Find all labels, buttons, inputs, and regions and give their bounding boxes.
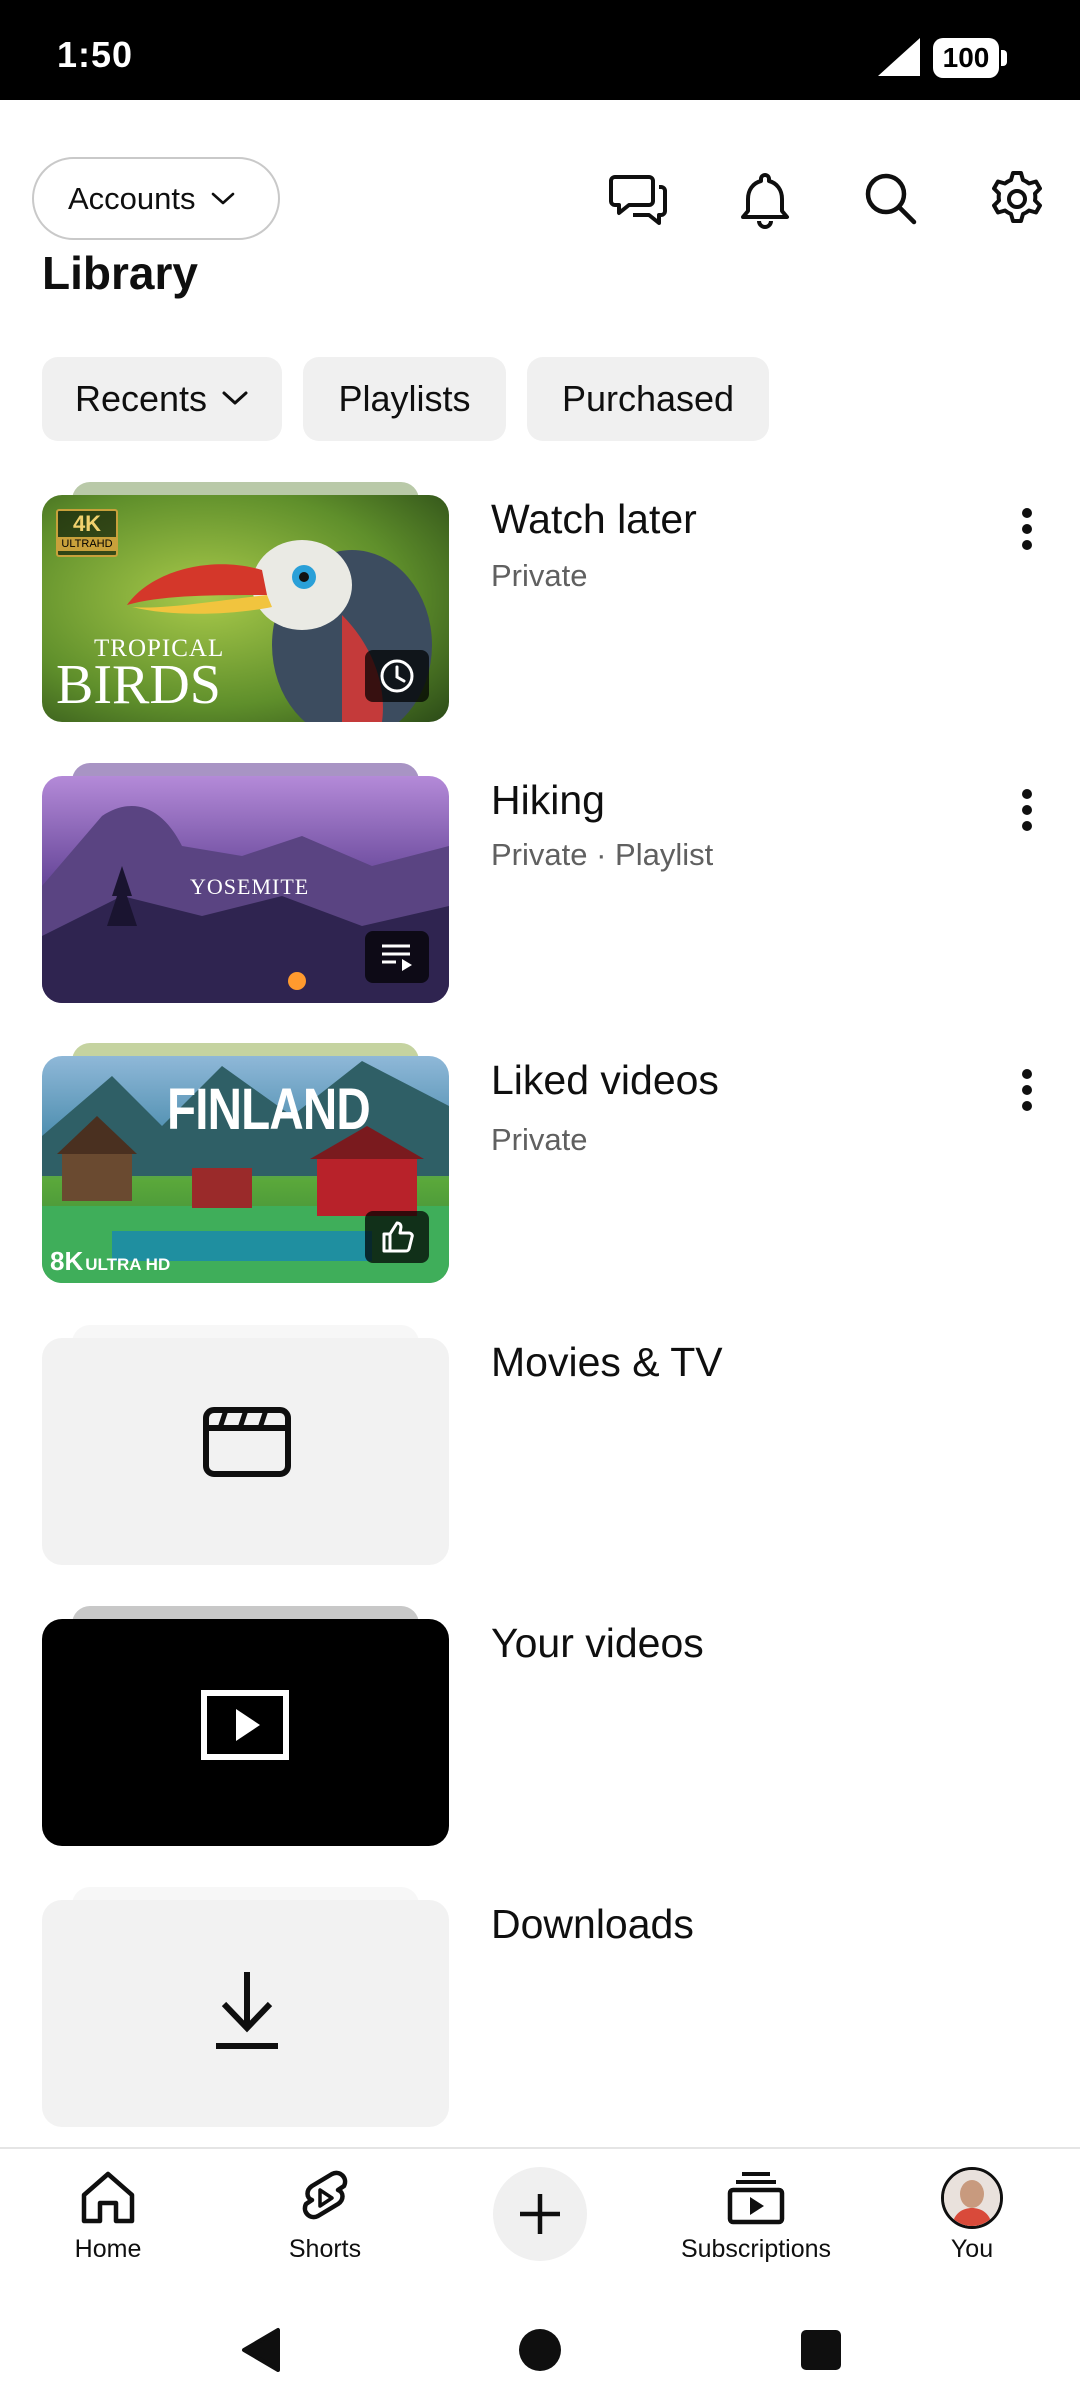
filter-chip-purchased[interactable]: Purchased: [527, 357, 769, 441]
clapperboard-icon: [203, 1407, 291, 1477]
bell-icon: [741, 173, 789, 229]
item-title: Your videos: [491, 1620, 704, 1666]
filter-chip-label: Playlists: [338, 378, 471, 419]
library-item-downloads[interactable]: Downloads: [0, 1887, 1080, 2149]
page-title: Library: [42, 247, 198, 299]
more-options-button[interactable]: [1004, 775, 1050, 845]
liked-badge: [365, 1211, 429, 1263]
plus-icon: [520, 2194, 560, 2234]
thumb-text-main: FINLAND: [167, 1077, 371, 1142]
create-button[interactable]: [493, 2167, 587, 2261]
playlist-thumbnail: 4K ULTRAHD TROPICAL BIRDS: [42, 482, 449, 722]
more-options-button[interactable]: [1004, 1055, 1050, 1125]
thumbs-up-icon: [382, 1221, 414, 1253]
gear-icon: [992, 171, 1042, 223]
filter-chip-playlists[interactable]: Playlists: [303, 357, 506, 441]
item-subtitle: Private: [491, 1122, 588, 1157]
search-button[interactable]: [856, 164, 926, 234]
nav-home[interactable]: Home: [8, 2163, 208, 2283]
playlist-thumbnail: FINLAND 8K ULTRA HD: [42, 1043, 449, 1283]
home-circle-icon: [519, 2329, 561, 2371]
nav-label: You: [950, 2235, 994, 2263]
signal-icon: [878, 38, 920, 76]
status-time: 1:50: [57, 34, 134, 75]
chevron-down-icon: [222, 391, 248, 405]
thumb-text-main: YOSEMITE: [190, 874, 310, 899]
search-icon: [865, 173, 917, 225]
thumb-text-main: BIRDS: [56, 654, 221, 716]
filter-chip-recents[interactable]: Recents: [42, 357, 282, 441]
bottom-navigation: Home Shorts Subscriptions You: [0, 2147, 1080, 2287]
accounts-label: Accounts: [68, 180, 196, 216]
play-box-icon: [201, 1690, 289, 1760]
nav-label: Subscriptions: [680, 2235, 832, 2263]
shorts-icon: [302, 2170, 348, 2220]
library-item-movies-tv[interactable]: Movies & TV: [0, 1325, 1080, 1587]
thumb-tag: 4K: [72, 511, 102, 536]
clock-icon: [380, 659, 414, 693]
thumb-tag-sub: ULTRAHD: [58, 537, 116, 551]
home-system-button[interactable]: [500, 2315, 580, 2385]
nav-you[interactable]: You: [872, 2163, 1072, 2283]
library-item-watch-later[interactable]: 4K ULTRAHD TROPICAL BIRDS Watch later Pr…: [0, 482, 1080, 744]
recents-square-icon: [801, 2330, 841, 2370]
item-subtitle: Private · Playlist: [491, 837, 714, 872]
more-vertical-icon: [1022, 1069, 1032, 1111]
nav-label: Shorts: [288, 2235, 362, 2263]
back-button[interactable]: [220, 2315, 300, 2385]
more-vertical-icon: [1022, 508, 1032, 550]
library-screen: 1:50 100 Accounts Library Recents Playli…: [0, 0, 1080, 2400]
accounts-button[interactable]: Accounts: [32, 157, 280, 240]
more-options-button[interactable]: [1004, 494, 1050, 564]
thumb-tag-sub: ULTRA HD: [85, 1255, 171, 1274]
item-title: Liked videos: [491, 1057, 719, 1103]
chevron-down-icon: [211, 192, 234, 204]
recents-button[interactable]: [781, 2315, 861, 2385]
watch-later-badge: [365, 650, 429, 702]
filter-chip-label: Purchased: [561, 378, 735, 419]
nav-label: Home: [74, 2235, 142, 2263]
item-title: Downloads: [491, 1901, 694, 1947]
back-triangle-icon: [242, 2328, 280, 2372]
nav-shorts[interactable]: Shorts: [225, 2163, 425, 2283]
status-bar: 1:50 100: [0, 0, 1080, 100]
item-subtitle: Private: [491, 558, 588, 593]
library-item-liked-videos[interactable]: FINLAND 8K ULTRA HD Liked videos Private: [0, 1043, 1080, 1305]
battery-level: 100: [933, 38, 999, 78]
item-title: Hiking: [491, 777, 605, 823]
library-item-your-videos[interactable]: Your videos: [0, 1606, 1080, 1868]
playlist-badge: [365, 931, 429, 983]
item-title: Watch later: [491, 496, 697, 542]
settings-button[interactable]: [982, 164, 1052, 234]
notifications-button[interactable]: [730, 164, 800, 234]
avatar: [941, 2167, 1003, 2229]
messages-icon: [609, 175, 667, 225]
playlist-icon: [382, 944, 412, 971]
download-icon: [216, 1972, 278, 2049]
library-item-hiking[interactable]: YOSEMITE Hiking Private · Playlist: [0, 763, 1080, 1025]
nav-subscriptions[interactable]: Subscriptions: [656, 2163, 856, 2283]
item-title: Movies & TV: [491, 1339, 723, 1385]
more-vertical-icon: [1022, 789, 1032, 831]
battery-icon: 100: [933, 38, 1007, 78]
subscriptions-icon: [727, 2172, 785, 2225]
messages-button[interactable]: [604, 164, 674, 234]
thumb-tag: 8K: [50, 1246, 84, 1276]
system-navigation-bar: [0, 2287, 1080, 2400]
filter-chip-label: Recents: [74, 378, 208, 419]
playlist-thumbnail: YOSEMITE: [42, 763, 449, 1003]
home-icon: [81, 2171, 135, 2224]
